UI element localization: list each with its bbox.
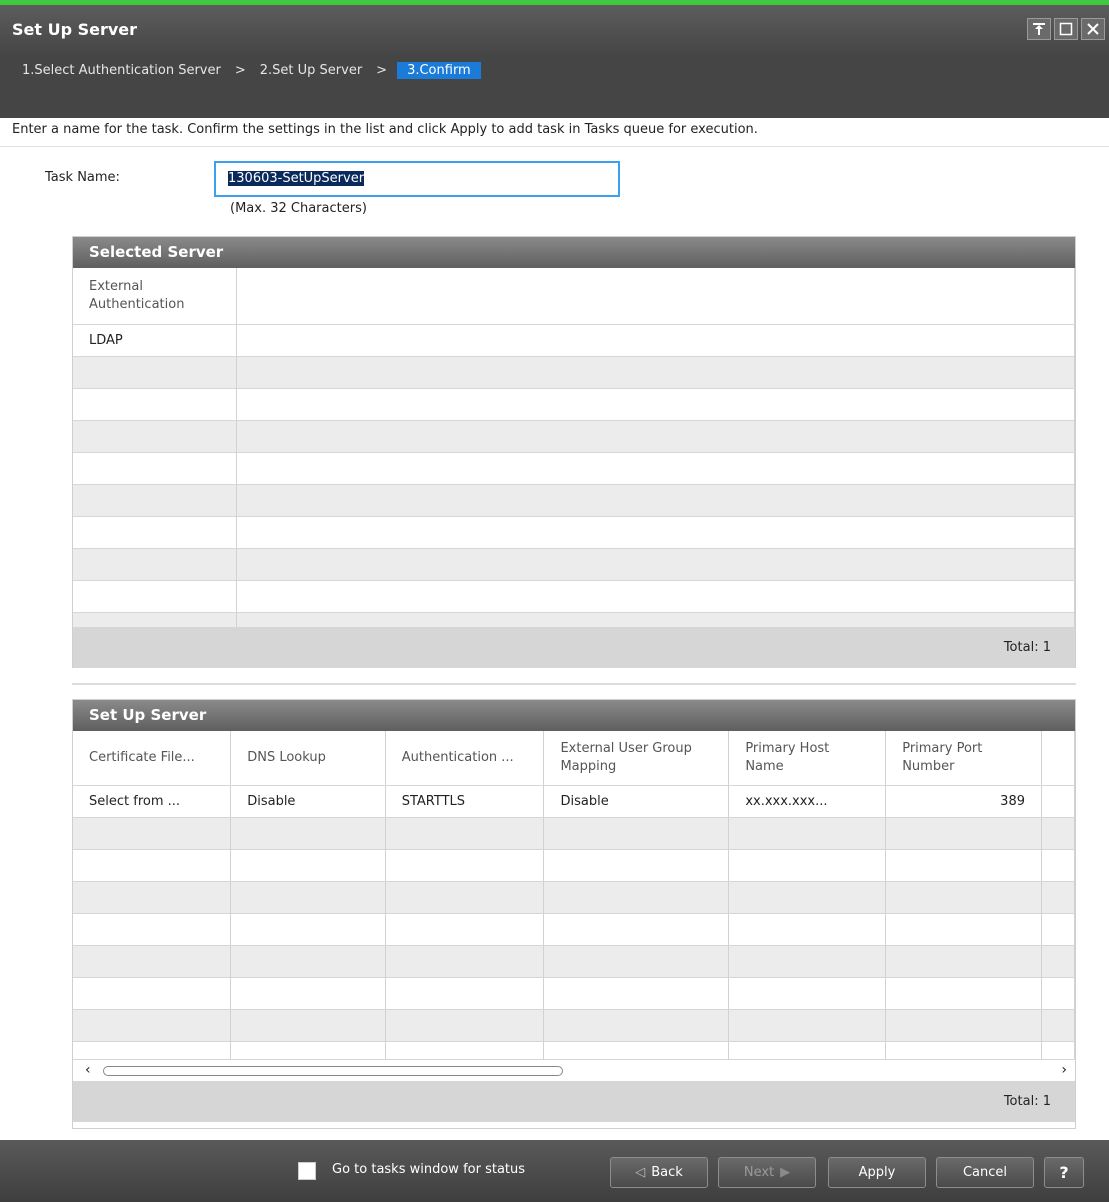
- table-row-empty: [73, 977, 1075, 1010]
- go-to-tasks-label: Go to tasks window for status: [332, 1162, 526, 1177]
- column-header-dns-lookup[interactable]: DNS Lookup: [230, 731, 386, 786]
- column-header-overflow: [1041, 731, 1075, 786]
- column-header-primary-host-name[interactable]: Primary Host Name: [728, 731, 887, 786]
- total-count: 1: [1042, 1093, 1051, 1109]
- selected-server-panel: Selected Server External Authentication …: [72, 236, 1076, 668]
- cancel-button[interactable]: Cancel: [936, 1157, 1034, 1188]
- breadcrumb-step-2: 2.Set Up Server: [259, 63, 363, 78]
- breadcrumb-separator: >: [376, 63, 388, 78]
- next-button[interactable]: Next ▶: [718, 1157, 816, 1188]
- table-row-empty: [73, 548, 1075, 581]
- apply-button[interactable]: Apply: [828, 1157, 926, 1188]
- breadcrumb-separator: >: [234, 63, 246, 78]
- total-label: Total:: [1003, 639, 1039, 655]
- breadcrumb-step-1: 1.Select Authentication Server: [22, 63, 221, 78]
- set-up-server-title: Set Up Server: [73, 700, 1075, 731]
- total-count: 1: [1042, 639, 1051, 655]
- set-up-server-table: Certificate File... DNS Lookup Authentic…: [73, 731, 1075, 1060]
- back-button[interactable]: ◁ Back: [610, 1157, 708, 1188]
- table-row-empty: [73, 945, 1075, 978]
- pin-icon[interactable]: [1027, 18, 1051, 40]
- table-cell: xx.xxx.xxx...: [728, 785, 887, 818]
- divider: [0, 146, 1109, 147]
- table-row-empty: [73, 849, 1075, 882]
- selected-server-total: Total: 1: [73, 627, 1075, 668]
- window-title: Set Up Server: [12, 20, 138, 39]
- table-row-empty: [73, 420, 1075, 453]
- task-name-input[interactable]: 130603-SetUpServer: [214, 161, 620, 197]
- table-row-empty: [73, 881, 1075, 914]
- selected-server-table: External Authentication LDAP: [73, 268, 1075, 628]
- scroll-right-icon[interactable]: ›: [1061, 1062, 1067, 1078]
- table-row-empty: [73, 356, 1075, 389]
- breadcrumb-bar: 1.Select Authentication Server > 2.Set U…: [0, 56, 1109, 118]
- table-row-empty: [73, 580, 1075, 613]
- column-header-external-user-group-mapping[interactable]: External User Group Mapping: [543, 731, 730, 786]
- table-cell: 389: [885, 785, 1042, 818]
- scrollbar-thumb[interactable]: [103, 1065, 563, 1076]
- column-header-external-authentication[interactable]: External Authentication: [73, 268, 237, 325]
- column-header-certificate-file[interactable]: Certificate File...: [73, 731, 232, 786]
- window-controls: [1027, 18, 1105, 40]
- close-icon[interactable]: [1081, 18, 1105, 40]
- selected-server-title: Selected Server: [73, 237, 1075, 268]
- set-up-server-panel: Set Up Server Certificate File... DNS Lo…: [72, 699, 1076, 1129]
- title-bar: Set Up Server: [0, 5, 1109, 56]
- column-header-empty: [236, 268, 1075, 325]
- task-name-hint: (Max. 32 Characters): [230, 201, 367, 216]
- table-row-empty: [73, 1041, 1075, 1060]
- total-label: Total:: [1003, 1093, 1039, 1109]
- table-row[interactable]: LDAP: [73, 324, 1075, 357]
- scroll-left-icon[interactable]: ‹: [85, 1062, 91, 1078]
- table-cell: STARTTLS: [385, 785, 545, 818]
- table-row-empty: [73, 817, 1075, 850]
- table-cell: LDAP: [73, 324, 237, 357]
- table-row-empty: [73, 612, 1075, 628]
- go-to-tasks-checkbox[interactable]: [298, 1162, 316, 1180]
- maximize-icon[interactable]: [1054, 18, 1078, 40]
- set-up-server-total: Total: 1: [73, 1081, 1075, 1122]
- chevron-left-icon: ◁: [635, 1165, 646, 1180]
- table-row-empty: [73, 484, 1075, 517]
- section-divider: [72, 683, 1076, 685]
- task-name-label: Task Name:: [45, 170, 120, 185]
- chevron-right-icon: ▶: [780, 1165, 791, 1180]
- table-row-empty: [73, 388, 1075, 421]
- table-cell: Disable: [543, 785, 730, 818]
- action-bar: Go to tasks window for status ◁ Back Nex…: [0, 1140, 1109, 1202]
- breadcrumb-step-3-active: 3.Confirm: [397, 62, 481, 79]
- table-row-empty: [73, 452, 1075, 485]
- help-icon[interactable]: ?: [1044, 1157, 1084, 1188]
- table-row[interactable]: Select from ... Disable STARTTLS Disable…: [73, 785, 1075, 818]
- column-header-primary-port-number[interactable]: Primary Port Number: [885, 731, 1042, 786]
- instructions-text: Enter a name for the task. Confirm the s…: [12, 122, 758, 137]
- column-header-authentication[interactable]: Authentication ...: [385, 731, 545, 786]
- table-cell: Select from ...: [73, 785, 232, 818]
- table-row-empty: [73, 913, 1075, 946]
- task-name-value: 130603-SetUpServer: [228, 171, 365, 186]
- horizontal-scrollbar[interactable]: ‹ ›: [73, 1059, 1075, 1082]
- table-cell: Disable: [230, 785, 386, 818]
- table-row-empty: [73, 1009, 1075, 1042]
- table-row-empty: [73, 516, 1075, 549]
- breadcrumb: 1.Select Authentication Server > 2.Set U…: [18, 62, 481, 79]
